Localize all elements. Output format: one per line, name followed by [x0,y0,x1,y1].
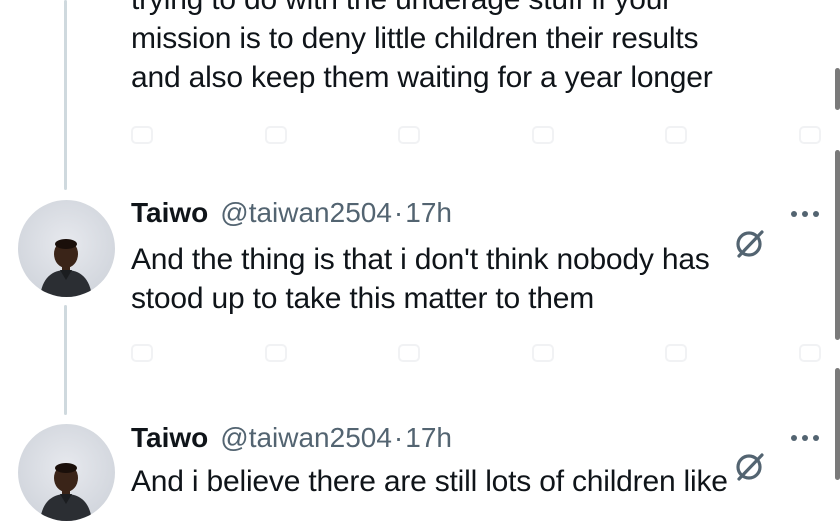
thread-line-middle [64,305,67,415]
tweet-text-line: And i believe there are still lots of ch… [131,465,728,498]
tweet-text-line: mission is to deny little children their… [131,22,699,55]
tweet-timestamp[interactable]: 17h [405,197,452,229]
bookmark-icon[interactable] [665,344,688,362]
views-icon[interactable] [531,126,554,144]
tweet-actions-bar [131,336,821,370]
header-separator: · [393,197,404,228]
scrollbar-thumb-bottom[interactable] [835,368,840,480]
reply-icon[interactable] [131,344,153,362]
like-icon[interactable] [398,344,421,362]
tweet-header: Taiwo @taiwan2504 · 17h [131,422,452,458]
tweet-header: Taiwo @taiwan2504 · 17h [131,197,452,233]
tweet-timestamp[interactable]: 17h [405,422,452,454]
author-handle[interactable]: @taiwan2504 [220,422,392,454]
thread-line-top [64,0,67,190]
tweet-text: And i believe there are still lots of ch… [131,462,821,501]
author-name[interactable]: Taiwo [131,197,208,229]
author-handle[interactable]: @taiwan2504 [220,197,392,229]
share-icon[interactable] [798,126,821,144]
like-icon[interactable] [398,126,421,144]
reply-icon[interactable] [131,126,153,144]
more-options-icon[interactable] [790,434,820,442]
tweet-text: trying to do with the underage stuff if … [131,0,821,97]
bookmark-icon[interactable] [665,126,688,144]
tweet-text-line: stood up to take this matter to them [131,282,595,315]
tweet-text-line: and also keep them waiting for a year lo… [131,61,713,94]
retweet-icon[interactable] [264,126,287,144]
views-icon[interactable] [531,344,554,362]
author-name[interactable]: Taiwo [131,422,208,454]
scrollbar-thumb-top[interactable] [835,68,840,110]
retweet-icon[interactable] [264,344,287,362]
avatar[interactable] [18,424,115,521]
tweet-text-line: trying to do with the underage stuff if … [131,0,821,19]
more-options-icon[interactable] [790,210,820,218]
avatar[interactable] [18,200,115,297]
share-icon[interactable] [798,344,821,362]
scrollbar-thumb-middle[interactable] [835,150,840,340]
tweet-actions-bar [131,118,821,152]
header-separator: · [393,422,404,453]
tweet-text-line: And the thing is that i don't think nobo… [131,243,710,276]
tweet-text: And the thing is that i don't think nobo… [131,240,821,318]
